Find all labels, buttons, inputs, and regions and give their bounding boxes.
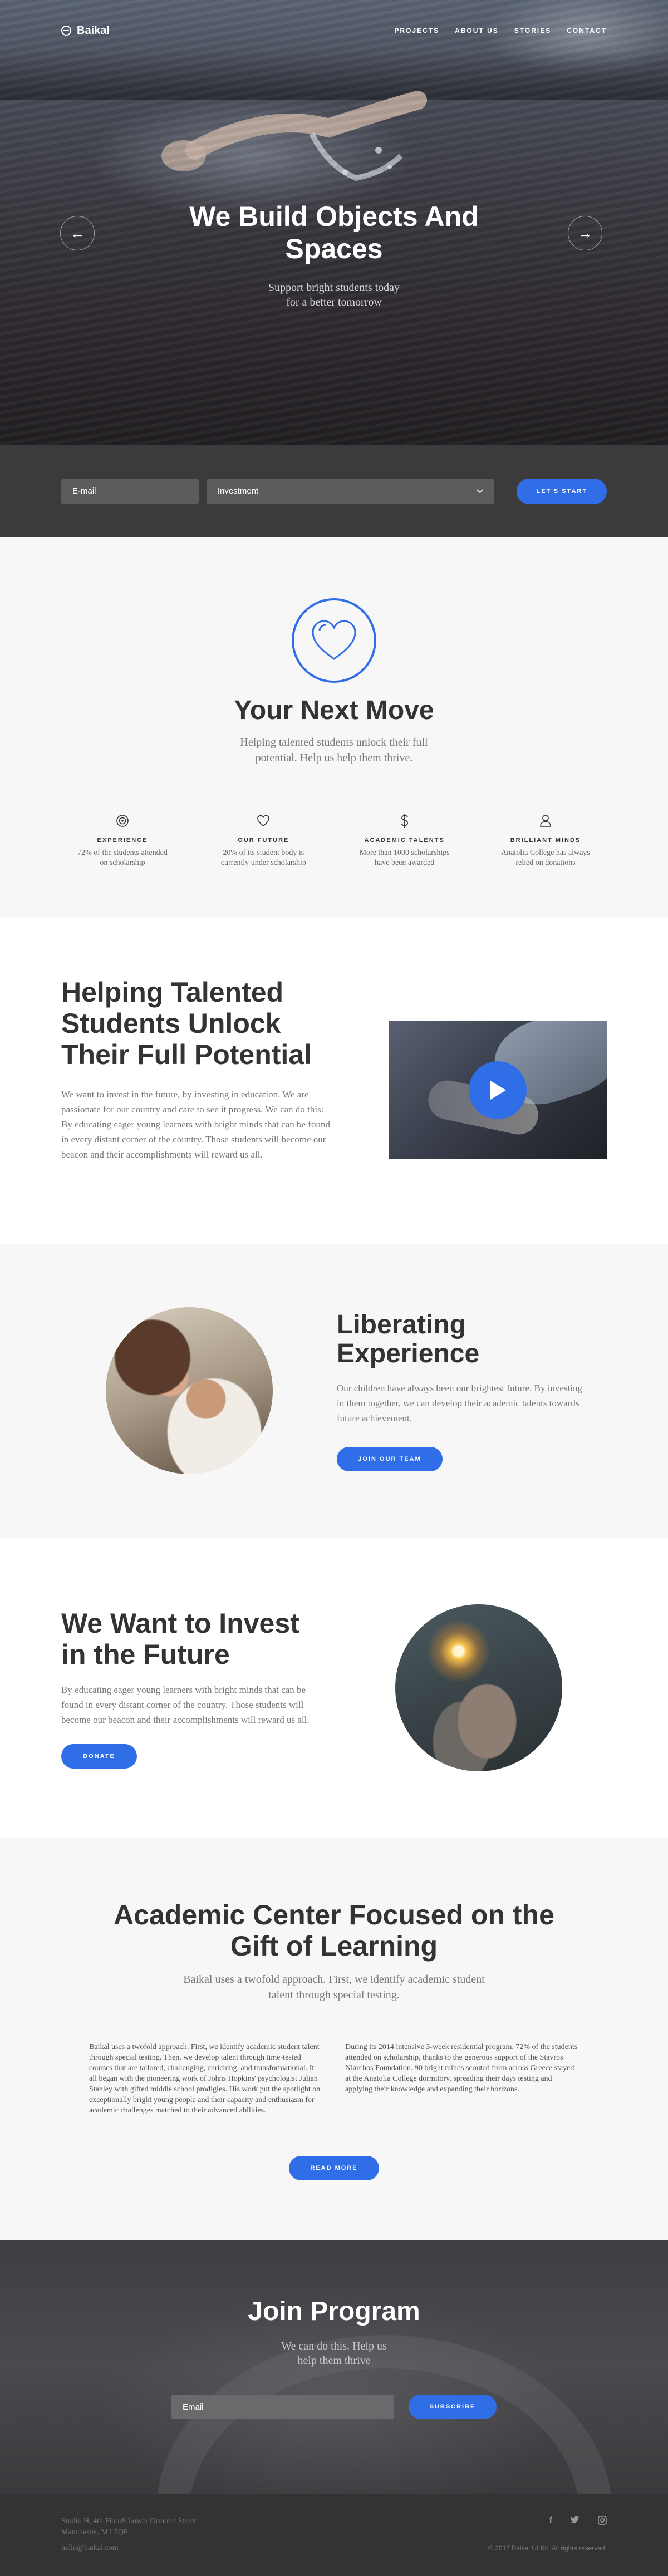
interest-select-value: Investment xyxy=(217,486,259,496)
join-our-team-button[interactable]: JOIN OUR TEAM xyxy=(337,1446,443,1471)
nav-item-about-us[interactable]: ABOUT US xyxy=(455,27,499,35)
feature-item: EXPERIENCE 72% of the students attended … xyxy=(61,811,184,868)
join-subtitle: We can do this. Help us help them thrive xyxy=(281,2340,387,2367)
liberating-section: Liberating Experience Our children have … xyxy=(0,1244,668,1538)
user-icon xyxy=(484,811,607,830)
twitter-icon[interactable] xyxy=(570,2516,580,2528)
feature-text: 72% of the students attended on scholars… xyxy=(77,849,168,867)
heart-icon xyxy=(202,811,325,830)
academic-column-left: Baikal uses a twofold approach. First, w… xyxy=(89,2043,321,2115)
feature-item: BRILLIANT MINDS Anatolia College has alw… xyxy=(484,811,607,868)
helping-text: Helping Talented Students Unlock Their F… xyxy=(61,977,334,1162)
play-button[interactable] xyxy=(469,1061,527,1119)
academic-subtitle: Baikal uses a twofold approach. First, w… xyxy=(183,1973,485,2001)
heart-icon xyxy=(312,620,356,660)
helping-body: We want to invest in the future, by inve… xyxy=(61,1089,330,1160)
liberating-title: Liberating Experience xyxy=(337,1309,480,1368)
feature-item: ACADEMIC TALENTS More than 1000 scholars… xyxy=(343,811,466,868)
join-title: Join Program xyxy=(248,2297,420,2326)
academic-section: Academic Center Focused on the Gift of L… xyxy=(0,1838,668,2240)
dollar-icon xyxy=(343,811,466,830)
video-player[interactable] xyxy=(389,1021,607,1159)
main-menu: PROJECTS ABOUT US STORIES CONTACT xyxy=(394,27,607,35)
hero-content: We Build Objects And Spaces Support brig… xyxy=(0,200,668,309)
feature-text: More than 1000 scholarships have been aw… xyxy=(359,849,450,867)
subscribe-form: Email SUBSCRIBE xyxy=(0,2395,668,2419)
feature-item: OUR FUTURE 20% of its student body is cu… xyxy=(202,811,325,868)
helping-title: Helping Talented Students Unlock Their F… xyxy=(61,977,312,1070)
subscribe-button[interactable]: SUBSCRIBE xyxy=(409,2395,497,2419)
play-icon xyxy=(490,1081,506,1100)
target-icon xyxy=(61,811,184,830)
feature-text: Anatolia College has always relied on do… xyxy=(501,849,590,867)
next-move-title: Your Next Move xyxy=(234,696,434,725)
logo-icon xyxy=(61,26,71,36)
hero-title: We Build Objects And Spaces xyxy=(189,201,479,264)
children-photo xyxy=(106,1307,273,1474)
footer: Studio H, 4th Floor8 Lower Ormond Street… xyxy=(0,2494,668,2576)
top-navigation: Baikal PROJECTS ABOUT US STORIES CONTACT xyxy=(0,0,668,61)
nav-item-contact[interactable]: CONTACT xyxy=(567,27,607,35)
heart-badge xyxy=(292,598,376,683)
footer-address: Studio H, 4th Floor8 Lower Ormond Street… xyxy=(61,2516,196,2554)
signup-bar: E-mail Investment LET'S START xyxy=(0,445,668,537)
instagram-icon[interactable] xyxy=(598,2516,607,2528)
nav-item-stories[interactable]: STORIES xyxy=(514,27,551,35)
facebook-icon[interactable]: f xyxy=(549,2516,552,2528)
invest-text: We Want to Invest in the Future By educa… xyxy=(61,1608,328,1769)
hero-subtitle: Support bright students today for a bett… xyxy=(268,282,400,308)
donate-button[interactable]: DONATE xyxy=(61,1743,137,1769)
subscribe-email-field[interactable]: Email xyxy=(171,2395,394,2419)
email-placeholder: E-mail xyxy=(72,486,96,496)
nav-item-projects[interactable]: PROJECTS xyxy=(394,27,439,35)
hero-section: Baikal PROJECTS ABOUT US STORIES CONTACT… xyxy=(0,0,668,445)
sparkler-photo xyxy=(395,1604,562,1771)
brand-name: Baikal xyxy=(77,24,110,37)
email-field[interactable]: E-mail xyxy=(61,479,199,504)
join-section: Join Program We can do this. Help us hel… xyxy=(0,2240,668,2494)
interest-select[interactable]: Investment xyxy=(206,479,495,504)
feature-title: ACADEMIC TALENTS xyxy=(364,837,445,844)
academic-columns: Baikal uses a twofold approach. First, w… xyxy=(89,2042,579,2116)
address-line-2: Manchester, M1 5QF xyxy=(61,2528,128,2536)
lets-start-button[interactable]: LET'S START xyxy=(517,478,607,504)
copyright-text: © 2017 Baikal UI Kit. All rights reserve… xyxy=(488,2544,607,2552)
invest-body: By educating eager young learners with b… xyxy=(61,1684,310,1725)
feature-title: OUR FUTURE xyxy=(238,837,289,844)
hero-swimmer-image xyxy=(161,91,427,181)
footer-email-link[interactable]: hello@baikal.com xyxy=(61,2543,196,2554)
subscribe-email-placeholder: Email xyxy=(183,2402,204,2412)
invest-title: We Want to Invest in the Future xyxy=(61,1607,299,1670)
academic-column-right: During its 2014 intensive 3-week residen… xyxy=(345,2043,578,2094)
features-row: EXPERIENCE 72% of the students attended … xyxy=(61,811,607,868)
academic-title: Academic Center Focused on the Gift of L… xyxy=(114,1899,554,1962)
feature-text: 20% of its student body is currently und… xyxy=(220,849,306,867)
liberating-body: Our children have always been our bright… xyxy=(337,1382,582,1424)
footer-right: f © 2017 Baikal UI Kit. All rights reser… xyxy=(488,2516,607,2554)
address-line-1: Studio H, 4th Floor8 Lower Ormond Street xyxy=(61,2517,197,2525)
helping-section: Helping Talented Students Unlock Their F… xyxy=(0,918,668,1244)
invest-section: We Want to Invest in the Future By educa… xyxy=(0,1538,668,1838)
social-links: f xyxy=(488,2516,607,2528)
read-more-button[interactable]: READ MORE xyxy=(289,2156,379,2180)
next-move-subtitle: Helping talented students unlock their f… xyxy=(240,736,428,764)
next-move-section: Your Next Move Helping talented students… xyxy=(0,537,668,918)
feature-title: BRILLIANT MINDS xyxy=(510,837,581,844)
feature-title: EXPERIENCE xyxy=(97,837,148,844)
brand-logo[interactable]: Baikal xyxy=(61,24,110,37)
liberating-text: Liberating Experience Our children have … xyxy=(337,1309,593,1471)
chevron-down-icon xyxy=(477,486,484,496)
